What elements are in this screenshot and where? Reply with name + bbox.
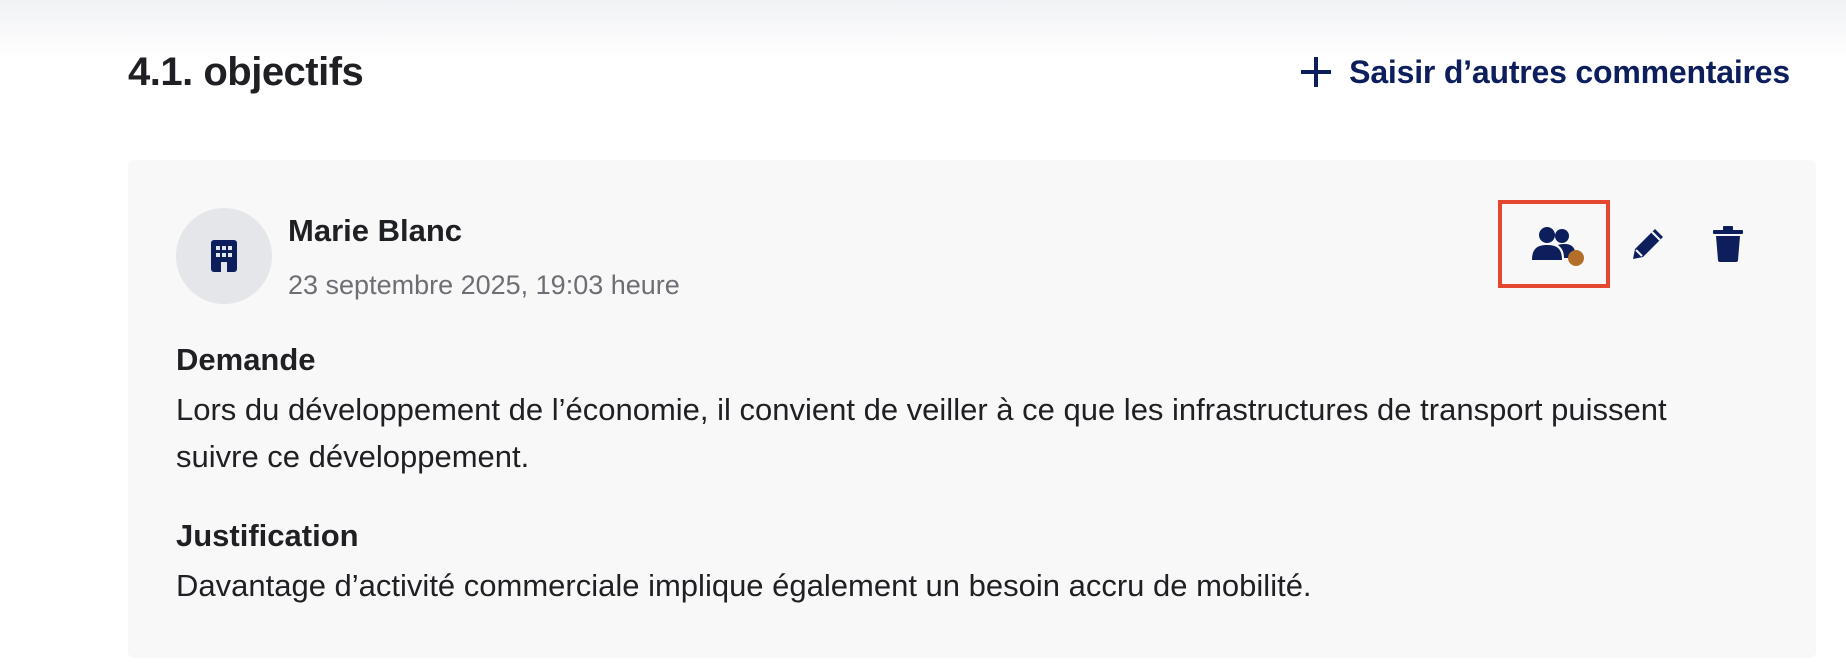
section-header: 4.1. objectifs Saisir d’autres commentai… bbox=[128, 48, 1790, 100]
add-comment-label: Saisir d’autres commentaires bbox=[1349, 53, 1790, 90]
add-comment-button[interactable]: Saisir d’autres commentaires bbox=[1299, 50, 1790, 94]
author-name: Marie Blanc bbox=[288, 213, 463, 248]
avatar bbox=[176, 208, 272, 304]
trash-icon bbox=[1713, 226, 1743, 262]
pencil-icon bbox=[1633, 229, 1663, 259]
comment-date: 23 septembre 2025, 19:03 heure bbox=[288, 270, 680, 300]
request-label: Demande bbox=[176, 342, 316, 377]
plus-icon bbox=[1301, 57, 1332, 87]
visibility-group-button[interactable] bbox=[1498, 200, 1610, 288]
delete-button[interactable] bbox=[1688, 204, 1768, 284]
comment-card: Marie Blanc 23 septembre 2025, 19:03 heu… bbox=[128, 160, 1816, 658]
status-dot bbox=[1568, 250, 1584, 266]
justification-text: Davantage d’activité commerciale impliqu… bbox=[176, 568, 1312, 603]
comment-actions bbox=[1498, 200, 1768, 288]
justification-label: Justification bbox=[176, 518, 359, 553]
edit-button[interactable] bbox=[1608, 204, 1688, 284]
building-icon bbox=[211, 240, 237, 272]
request-text: Lors du développement de l’économie, il … bbox=[176, 392, 1667, 474]
section-title: 4.1. objectifs bbox=[128, 50, 364, 94]
